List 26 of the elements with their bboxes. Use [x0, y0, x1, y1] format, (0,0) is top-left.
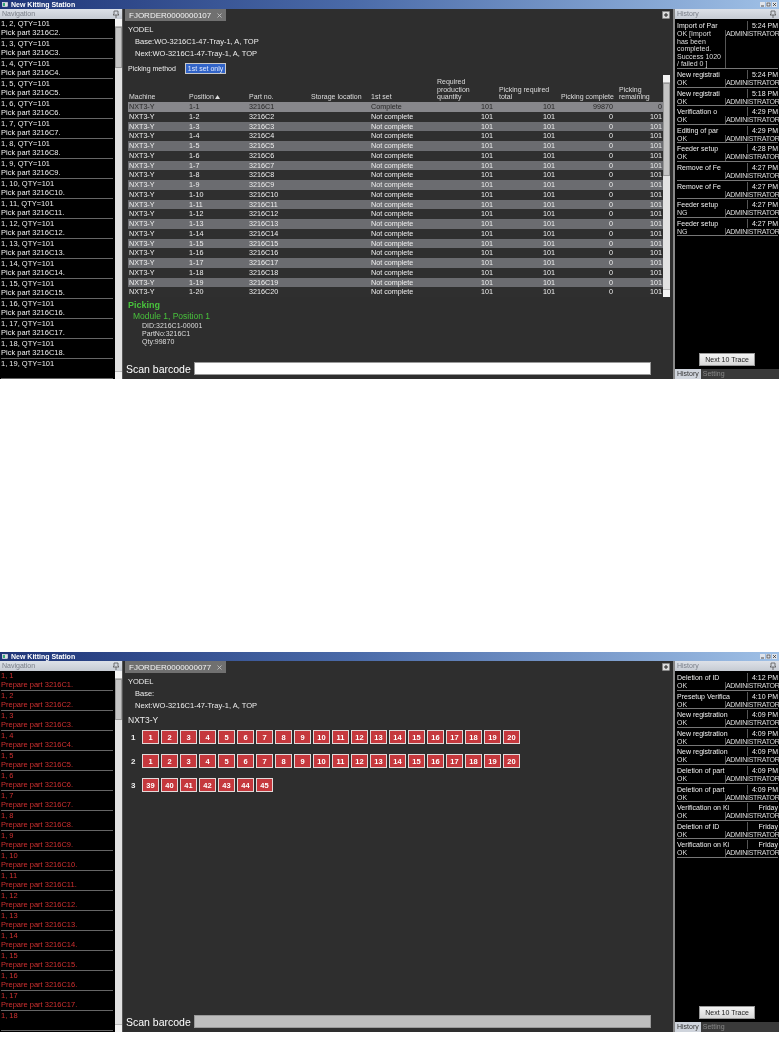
minimize-icon[interactable]	[760, 654, 765, 659]
scrollbar[interactable]	[663, 75, 670, 297]
app-icon	[2, 2, 8, 7]
close-icon[interactable]	[772, 2, 777, 7]
document-tab[interactable]: FJORDER0000000107	[125, 9, 227, 21]
module-label: 1	[130, 732, 137, 742]
pin-icon[interactable]	[769, 662, 777, 670]
close-icon[interactable]	[772, 654, 777, 659]
scrollbar[interactable]	[115, 671, 122, 1032]
document-tab[interactable]: FJORDER0000000077	[125, 661, 227, 673]
pin-icon[interactable]	[769, 10, 777, 18]
barcode-field[interactable]	[193, 362, 651, 375]
minimize-icon[interactable]	[760, 2, 765, 7]
scrollbar[interactable]	[115, 19, 122, 379]
picking-location: Module 1, Position 1	[132, 311, 212, 322]
module-label: 3	[130, 780, 137, 790]
machine-name: NXT3-Y	[128, 714, 160, 726]
field-label: Scan barcode	[126, 362, 191, 375]
plus-icon[interactable]	[662, 663, 670, 671]
pin-icon[interactable]	[112, 10, 120, 18]
section-title: Picking	[128, 300, 161, 311]
module-label: 2	[130, 756, 137, 766]
pin-icon[interactable]	[112, 662, 120, 670]
field-label: Scan barcode	[126, 1015, 191, 1028]
app-icon	[2, 654, 8, 659]
plus-icon[interactable]	[662, 11, 670, 19]
